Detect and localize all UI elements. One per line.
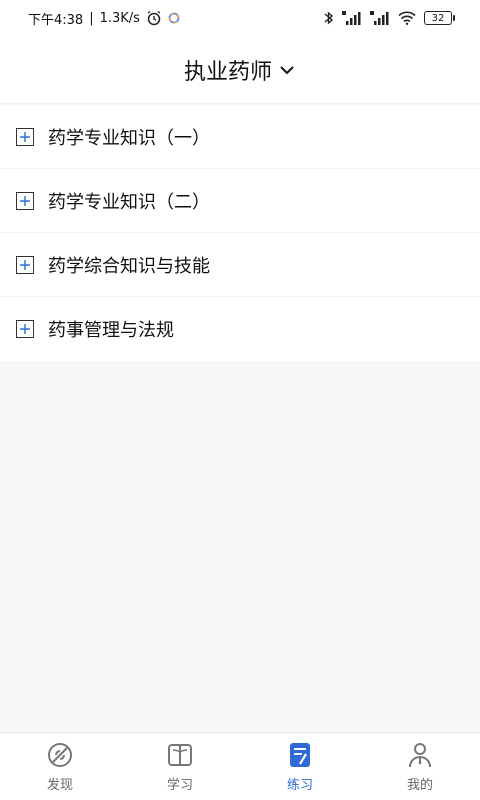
tab-discover[interactable]: 发现 <box>0 733 120 800</box>
expand-plus-icon[interactable] <box>16 127 34 146</box>
tab-practice[interactable]: 练习 <box>240 733 360 800</box>
alarm-icon <box>146 10 162 26</box>
bottom-tab-bar: 发现 学习 练习 我的 <box>0 732 480 800</box>
tab-label: 练习 <box>286 778 313 793</box>
signal-hd-icon <box>342 11 362 25</box>
expand-plus-icon[interactable] <box>16 320 34 338</box>
signal-hd-icon-2 <box>370 11 390 25</box>
tab-label: 我的 <box>406 778 433 793</box>
discover-icon <box>45 740 75 770</box>
status-right: 32 <box>324 10 455 26</box>
list-item-subject-1[interactable]: 药学专业知识（一） <box>0 105 480 169</box>
battery-level: 32 <box>431 12 445 24</box>
status-time: 下午4:38 <box>28 12 84 28</box>
profile-icon <box>405 740 435 770</box>
list-item-label: 药学综合知识与技能 <box>48 255 210 277</box>
battery-indicator: 32 <box>424 11 455 25</box>
subject-list: 药学专业知识（一） 药学专业知识（二） 药学综合知识与技能 药事管理与法规 <box>0 105 480 361</box>
list-item-label: 药事管理与法规 <box>48 320 174 341</box>
header: 执业药师 <box>0 36 480 104</box>
wifi-icon <box>398 11 416 25</box>
page-title: 执业药师 <box>183 59 272 85</box>
exam-selector[interactable]: 执业药师 <box>184 54 296 86</box>
status-left: 下午4:38 | 1.3K/s <box>28 9 180 28</box>
list-item-label: 药学专业知识（二） <box>48 191 210 213</box>
list-item-subject-3[interactable]: 药学综合知识与技能 <box>0 233 480 297</box>
list-item-label: 药学专业知识（一） <box>48 127 210 149</box>
tab-study[interactable]: 学习 <box>120 733 240 800</box>
list-item-subject-4[interactable]: 药事管理与法规 <box>0 297 480 361</box>
bluetooth-icon <box>324 10 334 26</box>
tab-label: 发现 <box>46 778 73 793</box>
list-item-subject-2[interactable]: 药学专业知识（二） <box>0 169 480 233</box>
practice-icon <box>285 740 315 770</box>
tab-label: 学习 <box>166 778 193 793</box>
expand-plus-icon[interactable] <box>16 191 34 210</box>
status-separator: | <box>89 10 94 26</box>
expand-plus-icon[interactable] <box>16 255 34 274</box>
chevron-down-icon <box>278 61 296 79</box>
network-speed: 1.3K/s <box>99 10 140 26</box>
status-bar: 下午4:38 | 1.3K/s 32 <box>0 0 480 36</box>
app-notification-icon <box>168 12 180 24</box>
book-icon <box>165 740 195 770</box>
tab-profile[interactable]: 我的 <box>360 733 480 800</box>
